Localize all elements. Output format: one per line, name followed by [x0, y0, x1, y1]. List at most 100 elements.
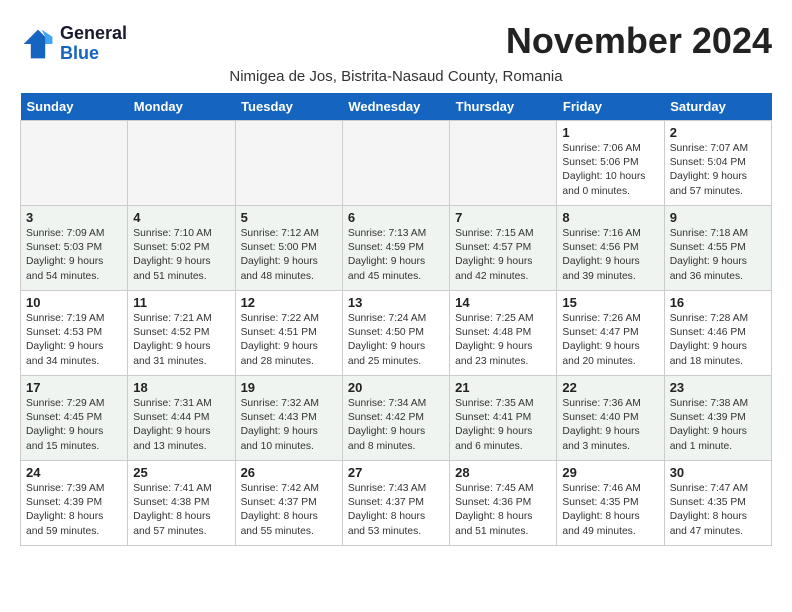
calendar-header: Sunday Monday Tuesday Wednesday Thursday… — [21, 93, 772, 121]
day-info: Sunrise: 7:22 AMSunset: 4:51 PMDaylight:… — [241, 312, 337, 370]
day-info: Sunrise: 7:06 AMSunset: 5:06 PMDaylight:… — [562, 142, 658, 200]
logo-icon — [20, 26, 56, 62]
day-number: 27 — [348, 465, 444, 480]
day-number: 10 — [26, 295, 122, 310]
calendar-cell-3-4: 13Sunrise: 7:24 AMSunset: 4:50 PMDayligh… — [342, 290, 449, 375]
calendar-table: Sunday Monday Tuesday Wednesday Thursday… — [20, 93, 772, 546]
day-number: 15 — [562, 295, 658, 310]
day-info: Sunrise: 7:07 AMSunset: 5:04 PMDaylight:… — [670, 142, 766, 200]
calendar-cell-1-4 — [342, 120, 449, 205]
header-tuesday: Tuesday — [235, 93, 342, 121]
day-info: Sunrise: 7:47 AMSunset: 4:35 PMDaylight:… — [670, 482, 766, 540]
calendar-cell-2-2: 4 Sunrise: 7:10 AMSunset: 5:02 PMDaylight… — [128, 205, 235, 290]
day-number: 4 — [133, 210, 229, 225]
day-number: 29 — [562, 465, 658, 480]
day-number: 22 — [562, 380, 658, 395]
day-number: 14 — [455, 295, 551, 310]
day-number: 8 — [562, 210, 658, 225]
day-number: 30 — [670, 465, 766, 480]
day-number: 2 — [670, 125, 766, 140]
calendar-cell-4-4: 20Sunrise: 7:34 AMSunset: 4:42 PMDayligh… — [342, 375, 449, 460]
day-number: 18 — [133, 380, 229, 395]
day-info: Sunrise: 7:26 AMSunset: 4:47 PMDaylight:… — [562, 312, 658, 370]
day-info: Sunrise: 7:28 AMSunset: 4:46 PMDaylight:… — [670, 312, 766, 370]
calendar-cell-2-3: 5Sunrise: 7:12 AMSunset: 5:00 PMDaylight… — [235, 205, 342, 290]
day-info: Sunrise: 7:16 AMSunset: 4:56 PMDaylight:… — [562, 227, 658, 285]
calendar-cell-2-6: 8 Sunrise: 7:16 AMSunset: 4:56 PMDaylight… — [557, 205, 664, 290]
logo: General Blue — [20, 24, 127, 64]
calendar-cell-2-4: 6 Sunrise: 7:13 AMSunset: 4:59 PMDaylight… — [342, 205, 449, 290]
calendar-cell-3-6: 15 Sunrise: 7:26 AMSunset: 4:47 PMDayligh… — [557, 290, 664, 375]
day-number: 11 — [133, 295, 229, 310]
day-number: 7 — [455, 210, 551, 225]
calendar-cell-1-2 — [128, 120, 235, 205]
day-number: 17 — [26, 380, 122, 395]
weekday-header-row: Sunday Monday Tuesday Wednesday Thursday… — [21, 93, 772, 121]
calendar-cell-2-5: 7 Sunrise: 7:15 AMSunset: 4:57 PMDaylight… — [450, 205, 557, 290]
day-info: Sunrise: 7:35 AMSunset: 4:41 PMDaylight:… — [455, 397, 551, 455]
calendar-cell-3-1: 10 Sunrise: 7:19 AMSunset: 4:53 PMDayligh… — [21, 290, 128, 375]
calendar-cell-4-1: 17Sunrise: 7:29 AMSunset: 4:45 PMDayligh… — [21, 375, 128, 460]
day-number: 5 — [241, 210, 337, 225]
logo-line2: Blue — [60, 43, 99, 63]
calendar-cell-1-5 — [450, 120, 557, 205]
week-row-3: 10 Sunrise: 7:19 AMSunset: 4:53 PMDayligh… — [21, 290, 772, 375]
calendar-cell-3-7: 16 Sunrise: 7:28 AMSunset: 4:46 PMDayligh… — [664, 290, 771, 375]
day-info: Sunrise: 7:13 AMSunset: 4:59 PMDaylight:… — [348, 227, 444, 285]
week-row-2: 3 Sunrise: 7:09 AMSunset: 5:03 PMDaylight… — [21, 205, 772, 290]
week-row-4: 17Sunrise: 7:29 AMSunset: 4:45 PMDayligh… — [21, 375, 772, 460]
day-info: Sunrise: 7:25 AMSunset: 4:48 PMDaylight:… — [455, 312, 551, 370]
day-number: 9 — [670, 210, 766, 225]
day-number: 24 — [26, 465, 122, 480]
header-friday: Friday — [557, 93, 664, 121]
month-title: November 2024 — [506, 20, 772, 62]
day-info: Sunrise: 7:38 AMSunset: 4:39 PMDaylight:… — [670, 397, 766, 455]
day-number: 16 — [670, 295, 766, 310]
header-wednesday: Wednesday — [342, 93, 449, 121]
calendar-cell-5-1: 24 Sunrise: 7:39 AMSunset: 4:39 PMDayligh… — [21, 460, 128, 545]
header-sunday: Sunday — [21, 93, 128, 121]
day-info: Sunrise: 7:19 AMSunset: 4:53 PMDaylight:… — [26, 312, 122, 370]
header-monday: Monday — [128, 93, 235, 121]
day-info: Sunrise: 7:32 AMSunset: 4:43 PMDaylight:… — [241, 397, 337, 455]
day-info: Sunrise: 7:10 AMSunset: 5:02 PMDaylight:… — [133, 227, 229, 285]
calendar-body: 1 Sunrise: 7:06 AMSunset: 5:06 PMDaylight… — [21, 120, 772, 545]
header-thursday: Thursday — [450, 93, 557, 121]
day-info: Sunrise: 7:21 AMSunset: 4:52 PMDaylight:… — [133, 312, 229, 370]
calendar-cell-4-5: 21 Sunrise: 7:35 AMSunset: 4:41 PMDayligh… — [450, 375, 557, 460]
day-number: 19 — [241, 380, 337, 395]
day-info: Sunrise: 7:41 AMSunset: 4:38 PMDaylight:… — [133, 482, 229, 540]
day-info: Sunrise: 7:42 AMSunset: 4:37 PMDaylight:… — [241, 482, 337, 540]
day-number: 6 — [348, 210, 444, 225]
day-number: 12 — [241, 295, 337, 310]
calendar-cell-3-3: 12 Sunrise: 7:22 AMSunset: 4:51 PMDayligh… — [235, 290, 342, 375]
calendar-cell-4-2: 18Sunrise: 7:31 AMSunset: 4:44 PMDayligh… — [128, 375, 235, 460]
calendar-cell-1-1 — [21, 120, 128, 205]
day-number: 3 — [26, 210, 122, 225]
calendar-cell-5-2: 25 Sunrise: 7:41 AMSunset: 4:38 PMDayligh… — [128, 460, 235, 545]
day-info: Sunrise: 7:43 AMSunset: 4:37 PMDaylight:… — [348, 482, 444, 540]
calendar-cell-1-7: 2 Sunrise: 7:07 AMSunset: 5:04 PMDaylight… — [664, 120, 771, 205]
calendar-cell-5-3: 26 Sunrise: 7:42 AMSunset: 4:37 PMDayligh… — [235, 460, 342, 545]
calendar-cell-4-6: 22Sunrise: 7:36 AMSunset: 4:40 PMDayligh… — [557, 375, 664, 460]
day-number: 26 — [241, 465, 337, 480]
calendar-cell-5-7: 30 Sunrise: 7:47 AMSunset: 4:35 PMDayligh… — [664, 460, 771, 545]
day-number: 21 — [455, 380, 551, 395]
day-info: Sunrise: 7:39 AMSunset: 4:39 PMDaylight:… — [26, 482, 122, 540]
header-saturday: Saturday — [664, 93, 771, 121]
logo-line1: General — [60, 23, 127, 43]
day-info: Sunrise: 7:15 AMSunset: 4:57 PMDaylight:… — [455, 227, 551, 285]
page-header: General Blue November 2024 — [20, 20, 772, 64]
day-info: Sunrise: 7:18 AMSunset: 4:55 PMDaylight:… — [670, 227, 766, 285]
logo-text: General Blue — [60, 24, 127, 64]
calendar-cell-5-4: 27 Sunrise: 7:43 AMSunset: 4:37 PMDayligh… — [342, 460, 449, 545]
day-info: Sunrise: 7:24 AMSunset: 4:50 PMDaylight:… — [348, 312, 444, 370]
day-info: Sunrise: 7:45 AMSunset: 4:36 PMDaylight:… — [455, 482, 551, 540]
day-info: Sunrise: 7:09 AMSunset: 5:03 PMDaylight:… — [26, 227, 122, 285]
subtitle: Nimigea de Jos, Bistrita-Nasaud County, … — [20, 68, 772, 85]
week-row-1: 1 Sunrise: 7:06 AMSunset: 5:06 PMDaylight… — [21, 120, 772, 205]
day-number: 25 — [133, 465, 229, 480]
calendar-cell-5-6: 29Sunrise: 7:46 AMSunset: 4:35 PMDayligh… — [557, 460, 664, 545]
day-number: 1 — [562, 125, 658, 140]
calendar-cell-5-5: 28Sunrise: 7:45 AMSunset: 4:36 PMDayligh… — [450, 460, 557, 545]
